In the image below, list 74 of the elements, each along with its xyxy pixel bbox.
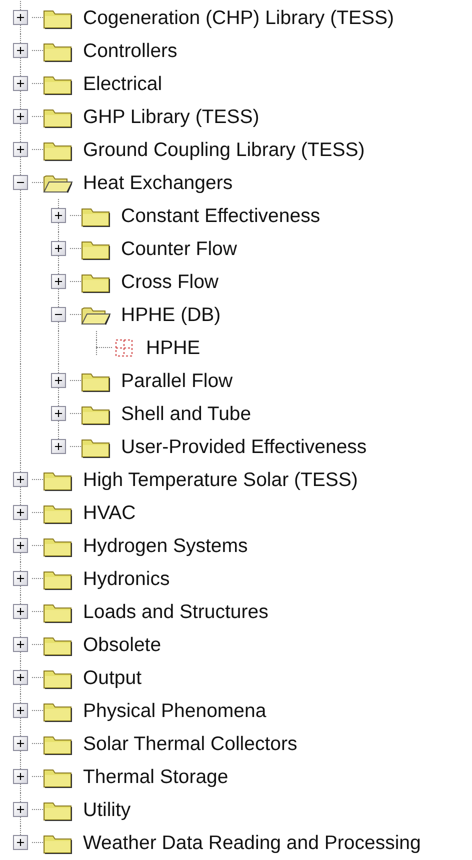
plus-icon bbox=[16, 739, 24, 748]
expand-toggle[interactable] bbox=[50, 406, 66, 421]
folder-label[interactable]: HVAC bbox=[83, 500, 136, 524]
plus-icon bbox=[16, 838, 24, 847]
plus-icon bbox=[16, 475, 24, 484]
collapse-toggle[interactable] bbox=[50, 307, 66, 322]
expand-toggle[interactable] bbox=[50, 373, 66, 388]
plus-icon bbox=[16, 508, 24, 517]
folder-label[interactable]: Shell and Tube bbox=[121, 402, 252, 426]
expand-toggle[interactable] bbox=[50, 439, 66, 454]
plus-icon bbox=[16, 640, 24, 649]
folder-label[interactable]: Counter Flow bbox=[121, 236, 237, 260]
plus-icon bbox=[16, 574, 24, 583]
expand-toggle[interactable] bbox=[12, 670, 28, 685]
plus-icon bbox=[54, 211, 62, 220]
expand-toggle[interactable] bbox=[12, 472, 28, 487]
expand-toggle[interactable] bbox=[12, 142, 28, 157]
folder-label[interactable]: User-Provided Effectiveness bbox=[121, 434, 367, 458]
folder-label[interactable]: Loads and Structures bbox=[83, 600, 268, 624]
expand-toggle[interactable] bbox=[12, 736, 28, 751]
plus-icon bbox=[16, 607, 24, 616]
plus-icon bbox=[16, 79, 24, 88]
folder-label[interactable]: HPHE (DB) bbox=[121, 302, 221, 326]
plus-icon bbox=[16, 805, 24, 814]
folder-label[interactable]: Weather Data Reading and Processing bbox=[83, 830, 421, 854]
expand-toggle[interactable] bbox=[12, 538, 28, 553]
folder-label[interactable]: Physical Phenomena bbox=[83, 698, 266, 722]
expand-toggle[interactable] bbox=[12, 76, 28, 91]
folder-label[interactable]: Controllers bbox=[83, 38, 178, 62]
folder-label[interactable]: Cross Flow bbox=[121, 270, 219, 294]
plus-icon bbox=[16, 112, 24, 121]
plus-icon bbox=[16, 706, 24, 715]
plus-icon bbox=[54, 244, 62, 253]
folder-label[interactable]: Output bbox=[83, 666, 142, 690]
expand-toggle[interactable] bbox=[12, 571, 28, 586]
expand-toggle[interactable] bbox=[50, 208, 66, 223]
folder-label[interactable]: High Temperature Solar (TESS) bbox=[83, 468, 358, 492]
expand-toggle[interactable] bbox=[12, 835, 28, 850]
expand-toggle[interactable] bbox=[12, 505, 28, 520]
collapse-toggle[interactable] bbox=[12, 175, 28, 190]
folder-label[interactable]: Constant Effectiveness bbox=[121, 204, 320, 228]
folder-label[interactable]: Hydronics bbox=[83, 566, 170, 590]
expand-toggle[interactable] bbox=[12, 43, 28, 58]
plus-icon bbox=[16, 13, 24, 22]
plus-icon bbox=[16, 145, 24, 154]
folder-label[interactable]: Thermal Storage bbox=[83, 764, 228, 788]
expand-toggle[interactable] bbox=[50, 241, 66, 256]
expand-toggle[interactable] bbox=[12, 802, 28, 817]
expand-toggle[interactable] bbox=[12, 10, 28, 25]
plus-icon bbox=[16, 772, 24, 781]
folder-label[interactable]: GHP Library (TESS) bbox=[83, 104, 260, 128]
folder-label[interactable]: Heat Exchangers bbox=[83, 170, 233, 194]
folder-label[interactable]: Electrical bbox=[83, 72, 162, 96]
component-label[interactable]: HPHE bbox=[146, 336, 200, 360]
expand-toggle[interactable] bbox=[50, 274, 66, 289]
expand-toggle[interactable] bbox=[12, 637, 28, 652]
plus-icon bbox=[54, 442, 62, 451]
folder-label[interactable]: Solar Thermal Collectors bbox=[83, 732, 298, 756]
plus-icon bbox=[54, 409, 62, 418]
folder-label[interactable]: Ground Coupling Library (TESS) bbox=[83, 138, 365, 162]
expand-toggle[interactable] bbox=[12, 703, 28, 718]
plus-icon bbox=[16, 673, 24, 682]
expand-toggle[interactable] bbox=[12, 604, 28, 619]
plus-icon bbox=[16, 46, 24, 55]
folder-label[interactable]: Hydrogen Systems bbox=[83, 534, 248, 558]
folder-label[interactable]: Parallel Flow bbox=[121, 368, 233, 392]
plus-icon bbox=[54, 376, 62, 385]
expand-toggle[interactable] bbox=[12, 109, 28, 124]
expand-toggle[interactable] bbox=[12, 769, 28, 784]
plus-icon bbox=[16, 541, 24, 550]
folder-label[interactable]: Obsolete bbox=[83, 632, 162, 656]
plus-icon bbox=[54, 277, 62, 286]
folder-label[interactable]: Cogeneration (CHP) Library (TESS) bbox=[83, 6, 394, 30]
folder-label[interactable]: Utility bbox=[83, 798, 131, 822]
